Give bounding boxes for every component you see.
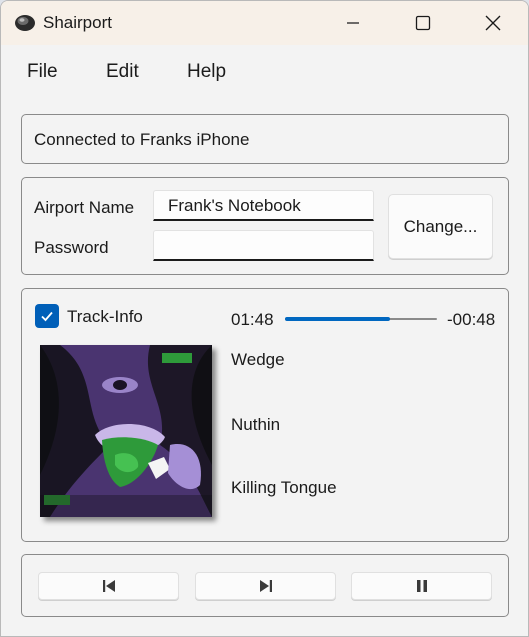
change-button[interactable]: Change... — [388, 194, 493, 259]
window-title: Shairport — [43, 13, 112, 32]
pause-button[interactable] — [351, 572, 492, 600]
menu-bar: File Edit Help — [1, 45, 528, 95]
maximize-icon — [415, 15, 431, 31]
checkmark-icon — [41, 311, 53, 322]
menu-edit[interactable]: Edit — [106, 61, 139, 83]
track-album: Nuthin — [231, 415, 281, 434]
speaker-app-icon — [15, 15, 35, 31]
airport-settings-panel: Airport Name Frank's Notebook Password C… — [21, 177, 509, 275]
track-info-checkbox[interactable] — [35, 304, 59, 328]
pause-icon — [416, 580, 427, 592]
track-info-label[interactable]: Track-Info — [67, 307, 143, 327]
track-title: Killing Tongue — [231, 478, 337, 497]
app-window: Shairport File Edit Help Connected to Fr… — [0, 0, 529, 637]
menu-help[interactable]: Help — [187, 61, 226, 83]
remaining-time: -00:48 — [447, 310, 496, 329]
title-bar[interactable]: Shairport — [1, 1, 528, 45]
password-field[interactable] — [153, 230, 374, 261]
connection-status-panel: Connected to Franks iPhone — [21, 114, 509, 164]
close-icon — [485, 15, 501, 31]
playback-controls-panel — [21, 554, 509, 617]
skip-previous-icon — [102, 580, 115, 592]
track-info-panel: Track-Info 01:48 -00:48 Wedge Nuthin Kil… — [21, 288, 509, 542]
menu-file[interactable]: File — [27, 61, 58, 83]
airport-name-field[interactable]: Frank's Notebook — [153, 190, 374, 221]
connection-status-text: Connected to Franks iPhone — [34, 130, 250, 149]
progress-slider-fill — [285, 317, 390, 321]
elapsed-time: 01:48 — [231, 310, 274, 329]
album-art-image — [40, 345, 212, 517]
skip-next-icon — [259, 580, 272, 592]
next-button[interactable] — [195, 572, 336, 600]
airport-name-label: Airport Name — [34, 198, 135, 217]
previous-button[interactable] — [38, 572, 179, 600]
password-label: Password — [34, 238, 109, 257]
maximize-button[interactable] — [387, 1, 459, 45]
progress-slider[interactable] — [285, 317, 437, 321]
minimize-button[interactable] — [317, 1, 389, 45]
minimize-icon — [347, 22, 359, 24]
close-button[interactable] — [457, 1, 528, 45]
track-artist: Wedge — [231, 350, 285, 369]
